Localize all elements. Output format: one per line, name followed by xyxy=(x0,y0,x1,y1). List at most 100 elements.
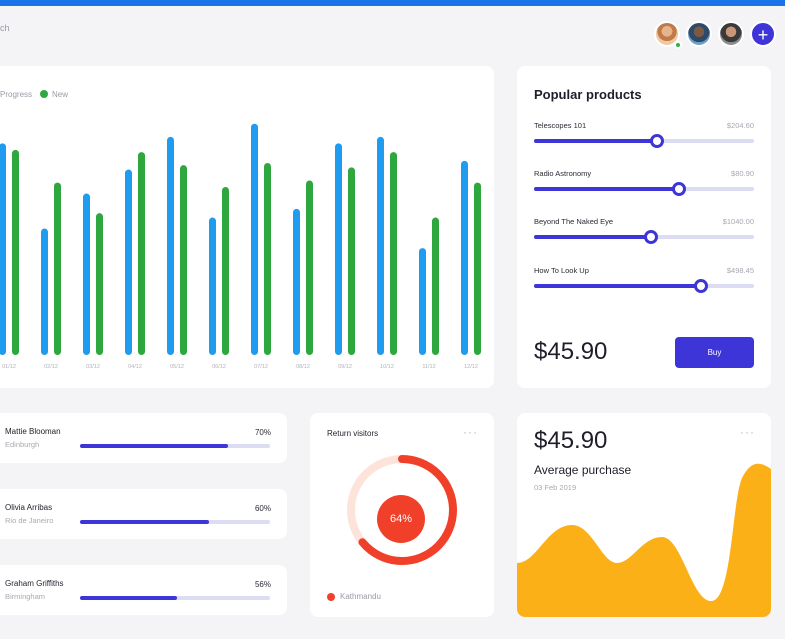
bar-new-02/12[interactable] xyxy=(54,182,61,355)
bar-progress-02/12[interactable] xyxy=(41,228,48,355)
product-price: $1040.00 xyxy=(722,217,754,226)
slider-fill xyxy=(534,235,651,239)
bar-progress-07/12[interactable] xyxy=(251,123,258,356)
user-name: Mattie Blooman xyxy=(5,427,61,436)
average-amount: $45.90 xyxy=(534,427,608,454)
bar-new-04/12[interactable] xyxy=(138,152,145,355)
bar-new-03/12[interactable] xyxy=(96,213,103,355)
user-name: Graham Griffiths xyxy=(5,579,64,588)
bar-new-06/12[interactable] xyxy=(222,187,229,355)
product-item: Telescopes 101 $204.60 xyxy=(534,121,754,148)
location-legend: Kathmandu xyxy=(327,592,381,601)
bar-progress-01/12[interactable] xyxy=(0,143,6,355)
bar-new-10/12[interactable] xyxy=(390,152,397,355)
card-title: Return visitors xyxy=(327,429,379,438)
user-progress-card[interactable]: Mattie Blooman Edinburgh 70% xyxy=(0,413,287,463)
progress-fill xyxy=(80,520,210,524)
team-avatars: + xyxy=(654,21,776,47)
product-price: $498.45 xyxy=(726,266,754,275)
product-name: Radio Astronomy xyxy=(534,169,592,178)
user-city: Edinburgh xyxy=(5,440,40,449)
more-options-icon[interactable]: ··· xyxy=(463,425,478,439)
avatar[interactable] xyxy=(718,21,744,47)
online-status-dot xyxy=(674,41,682,49)
x-tick-label: 05/12 xyxy=(170,364,184,370)
more-options-icon[interactable]: ··· xyxy=(740,425,755,439)
bar-new-09/12[interactable] xyxy=(348,167,355,355)
user-progress-card[interactable]: Graham Griffiths Birmingham 56% xyxy=(0,565,287,615)
bar-new-12/12[interactable] xyxy=(474,182,481,355)
x-tick-label: 08/12 xyxy=(296,364,310,370)
activity-chart-card: Progress New 01/12 02/12 03/12 04/12 05/12 06… xyxy=(0,66,494,388)
user-percent: 70% xyxy=(254,428,271,437)
bar-new-08/12[interactable] xyxy=(306,180,313,355)
slider-handle[interactable] xyxy=(650,134,665,148)
slider-fill xyxy=(534,187,680,191)
x-tick-label: 11/12 xyxy=(422,364,435,370)
slider-handle[interactable] xyxy=(643,230,658,244)
x-tick-label: 07/12 xyxy=(254,364,268,370)
popular-products-card: Popular products Telescopes 101 $204.60 R… xyxy=(517,66,771,388)
average-label: Average purchase xyxy=(534,463,632,477)
buy-button[interactable]: Buy xyxy=(675,337,754,368)
x-tick-label: 02/12 xyxy=(44,364,58,370)
x-tick-label: 04/12 xyxy=(128,364,142,370)
product-item: Beyond The Naked Eye $1040.00 xyxy=(534,217,754,244)
product-slider[interactable] xyxy=(534,134,754,148)
bar-progress-12/12[interactable] xyxy=(461,160,468,355)
user-percent: 60% xyxy=(254,504,271,513)
total-price: $45.90 xyxy=(534,338,608,365)
search-field[interactable]: ch xyxy=(0,23,10,33)
user-progress-card[interactable]: Olivia Arribas Rio de Janeiro 60% xyxy=(0,489,287,539)
slider-handle[interactable] xyxy=(672,182,687,196)
location-dot xyxy=(327,592,335,601)
bar-new-11/12[interactable] xyxy=(432,217,439,355)
bar-progress-03/12[interactable] xyxy=(83,193,90,355)
bar-progress-10/12[interactable] xyxy=(377,136,384,355)
bar-chart: 01/12 02/12 03/12 04/12 05/12 06/12 07/12 08/12… xyxy=(0,123,481,370)
slider-fill xyxy=(534,284,702,288)
bar-progress-04/12[interactable] xyxy=(125,169,132,355)
average-date: 03 Feb 2019 xyxy=(534,483,577,492)
product-item: How To Look Up $498.45 xyxy=(534,266,754,293)
x-tick-label: 10/12 xyxy=(380,364,394,370)
x-tick-label: 06/12 xyxy=(212,364,226,370)
slider-fill xyxy=(534,139,658,143)
return-visitors-card: Return visitors ··· 64% Kathmandu xyxy=(310,413,494,617)
avatar[interactable] xyxy=(686,21,712,47)
bar-progress-09/12[interactable] xyxy=(335,143,342,355)
product-slider[interactable] xyxy=(534,230,754,244)
product-name: Telescopes 101 xyxy=(534,121,587,130)
progress-fill xyxy=(80,596,177,600)
bar-progress-06/12[interactable] xyxy=(209,217,216,355)
x-tick-label: 12/12 xyxy=(464,364,478,370)
product-name: How To Look Up xyxy=(534,266,589,275)
progress-fill xyxy=(80,444,229,448)
x-tick-label: 01/12 xyxy=(2,364,16,370)
progress-bar xyxy=(80,520,270,524)
card-title: Popular products xyxy=(534,87,642,102)
bar-new-05/12[interactable] xyxy=(180,165,187,355)
location-label: Kathmandu xyxy=(340,592,381,601)
user-city: Rio de Janeiro xyxy=(5,516,54,525)
bar-progress-08/12[interactable] xyxy=(293,208,300,355)
add-member-button[interactable]: + xyxy=(750,21,776,47)
bar-new-07/12[interactable] xyxy=(264,163,271,355)
slider-handle[interactable] xyxy=(694,279,709,293)
product-price: $80.90 xyxy=(731,169,754,178)
product-item: Radio Astronomy $80.90 xyxy=(534,169,754,196)
bar-new-01/12[interactable] xyxy=(12,149,19,355)
top-accent-bar xyxy=(0,0,785,6)
user-city: Birmingham xyxy=(5,592,46,601)
x-tick-label: 03/12 xyxy=(86,364,100,370)
progress-bar xyxy=(80,596,270,600)
product-name: Beyond The Naked Eye xyxy=(534,217,614,226)
product-price: $204.60 xyxy=(726,121,754,130)
product-slider[interactable] xyxy=(534,182,754,196)
progress-bar xyxy=(80,444,270,448)
bar-progress-05/12[interactable] xyxy=(167,136,174,355)
product-slider[interactable] xyxy=(534,279,754,293)
donut-percent: 64% xyxy=(377,495,425,543)
bar-progress-11/12[interactable] xyxy=(419,248,426,355)
user-name: Olivia Arribas xyxy=(5,503,53,512)
